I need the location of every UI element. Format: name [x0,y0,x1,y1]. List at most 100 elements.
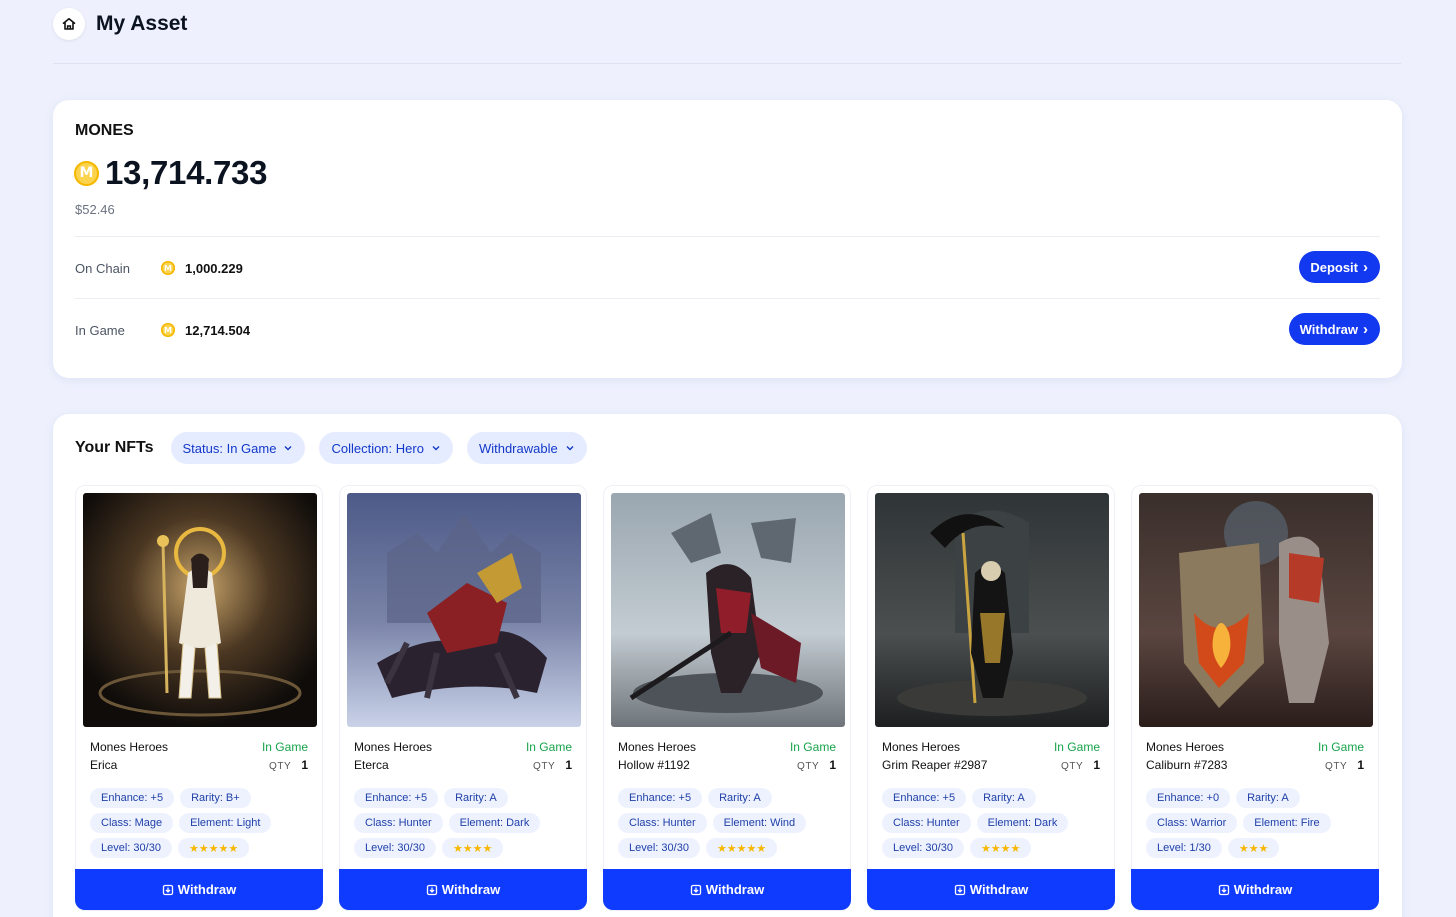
qty-value: 1 [1357,758,1364,772]
nft-tags: Enhance: +5 Rarity: A Class: Hunter Elem… [618,788,840,858]
nft-card[interactable]: Mones Heroes Caliburn #7283 In Game QTY … [1131,485,1379,911]
nft-withdraw-button[interactable]: Withdraw [603,869,851,910]
nfts-title: Your NFTs [75,439,154,456]
rarity-tag: Rarity: A [972,788,1036,808]
on-chain-row: On Chain M 1,000.229 Deposit › [75,248,1380,288]
class-tag: Class: Hunter [618,813,707,833]
star-rating: ★★★★ [441,838,504,858]
level-tag: Level: 30/30 [618,838,700,858]
withdraw-label: Withdraw [969,882,1029,897]
top-bar: My Asset [53,0,1401,64]
class-tag: Class: Warrior [1146,813,1238,833]
on-chain-value: 1,000.229 [185,260,243,276]
nfts-header: Your NFTs Status: In Game Collection: He… [75,431,601,465]
withdraw-icon [426,884,437,895]
nft-grid: Mones Heroes Erica In Game QTY 1 Enhance… [75,485,1379,911]
collection-filter[interactable]: Collection: Hero [319,432,453,464]
level-tag: Level: 30/30 [882,838,964,858]
qty-label: QTY [532,761,556,772]
level-tag: Level: 30/30 [90,838,172,858]
nft-image [1139,493,1373,727]
element-tag: Element: Dark [976,813,1069,833]
chevron-down-icon [284,446,292,451]
star-rating: ★★★★★ [177,838,250,858]
nft-image [347,493,581,727]
nft-image [875,493,1109,727]
in-game-label: In Game [75,322,125,338]
nft-name: Hollow #1192 [618,758,690,772]
filter-label: Collection: Hero [331,440,424,456]
nft-withdraw-button[interactable]: Withdraw [1131,869,1379,910]
level-tag: Level: 30/30 [354,838,436,858]
withdraw-label: Withdraw [1233,882,1293,897]
nft-name: Grim Reaper #2987 [882,758,988,772]
qty-label: QTY [796,761,820,772]
nft-name: Erica [90,758,118,772]
nft-tags: Enhance: +0 Rarity: A Class: Warrior Ele… [1146,788,1368,858]
rarity-tag: Rarity: A [708,788,772,808]
nft-card[interactable]: Mones Heroes Hollow #1192 In Game QTY 1 … [603,485,851,911]
nft-card[interactable]: Mones Heroes Grim Reaper #2987 In Game Q… [867,485,1115,911]
qty-value: 1 [829,758,836,772]
filter-label: Withdrawable [478,440,558,456]
enhance-tag: Enhance: +5 [354,788,439,808]
nft-status: In Game [525,740,572,754]
total-balance: M 13,714.733 [74,154,267,192]
home-button[interactable] [53,8,85,40]
qty-label: QTY [268,761,292,772]
in-game-value: 12,714.504 [185,322,251,338]
withdraw-label: Withdraw [705,882,765,897]
enhance-tag: Enhance: +5 [90,788,175,808]
qty-label: QTY [1060,761,1084,772]
nft-withdraw-button[interactable]: Withdraw [339,869,587,910]
rarity-tag: Rarity: B+ [180,788,251,808]
class-tag: Class: Hunter [882,813,971,833]
chevron-right-icon: › [1363,320,1368,338]
divider [75,236,1380,237]
nft-collection: Mones Heroes [354,740,433,754]
star-rating: ★★★ [1227,838,1280,858]
nft-name: Eterca [354,758,389,772]
nft-qty: QTY 1 [1061,758,1100,772]
enhance-tag: Enhance: +5 [618,788,703,808]
nft-qty: QTY 1 [797,758,836,772]
nft-image [83,493,317,727]
nft-status: In Game [1053,740,1100,754]
nft-withdraw-button[interactable]: Withdraw [867,869,1115,910]
chevron-down-icon [566,446,574,451]
nft-collection: Mones Heroes [882,740,961,754]
on-chain-label: On Chain [75,260,130,276]
element-tag: Element: Light [179,813,272,833]
qty-label: QTY [1324,761,1348,772]
nft-withdraw-button[interactable]: Withdraw [75,869,323,910]
withdrawable-filter[interactable]: Withdrawable [466,432,587,464]
nft-card[interactable]: Mones Heroes Eterca In Game QTY 1 Enhanc… [339,485,587,911]
rarity-tag: Rarity: A [1236,788,1300,808]
filter-label: Status: In Game [182,440,277,456]
page-title: My Asset [96,12,188,35]
nft-name: Caliburn #7283 [1146,758,1228,772]
token-balance-card: MONES M 13,714.733 $52.46 On Chain M 1,0… [53,100,1402,378]
mones-coin-icon: M [161,323,175,337]
element-tag: Element: Dark [448,813,541,833]
qty-value: 1 [1093,758,1100,772]
nfts-section: Your NFTs Status: In Game Collection: He… [53,414,1402,917]
status-filter[interactable]: Status: In Game [170,432,306,464]
star-rating: ★★★★ [969,838,1032,858]
withdraw-icon [162,884,173,895]
chevron-down-icon [432,446,440,451]
withdraw-icon [954,884,965,895]
in-game-row: In Game M 12,714.504 Withdraw › [75,310,1380,350]
nft-tags: Enhance: +5 Rarity: B+ Class: Mage Eleme… [90,788,312,858]
chevron-right-icon: › [1363,258,1368,276]
nft-card[interactable]: Mones Heroes Erica In Game QTY 1 Enhance… [75,485,323,911]
nft-qty: QTY 1 [269,758,308,772]
withdraw-button[interactable]: Withdraw › [1288,313,1380,345]
withdraw-label: Withdraw [177,882,237,897]
deposit-button[interactable]: Deposit › [1299,251,1380,283]
nft-status: In Game [789,740,836,754]
divider [75,298,1380,299]
nft-status: In Game [261,740,308,754]
nft-qty: QTY 1 [533,758,572,772]
enhance-tag: Enhance: +5 [882,788,967,808]
